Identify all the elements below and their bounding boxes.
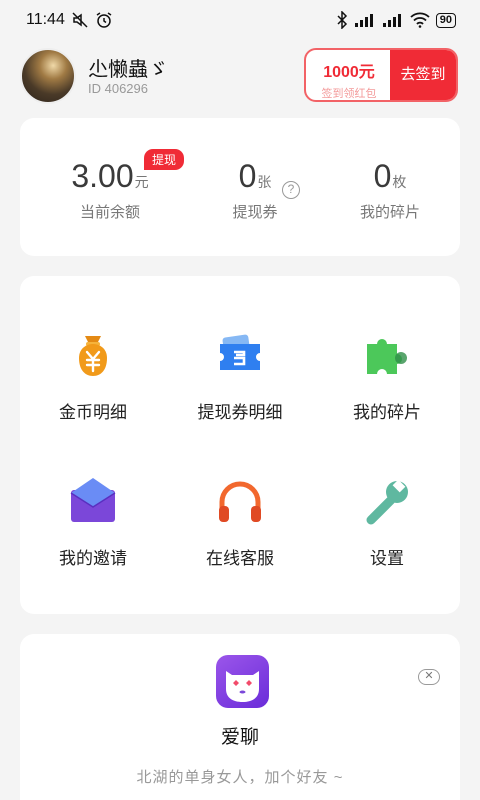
menu-card: 金币明细 提现券明细 我的碎片 我的邀请 在线客服 设置: [20, 276, 460, 614]
status-time: 11:44: [26, 11, 65, 28]
mute-icon: [72, 12, 88, 28]
ad-card[interactable]: ✕ 爱聊 北湖的单身女人，加个好友 ~: [20, 634, 460, 800]
status-bar: 11:44 90: [0, 0, 480, 40]
menu-item-my-fragments[interactable]: 我的碎片: [314, 330, 460, 423]
voucher-unit: 张: [257, 174, 272, 190]
voucher-label: 提现券: [232, 204, 278, 221]
voucher-value: 0: [238, 158, 257, 194]
menu-label-coin-detail: 金币明细: [59, 403, 127, 422]
withdraw-badge[interactable]: 提现: [144, 149, 185, 170]
checkin-amount: 1000元: [323, 64, 375, 81]
wifi-icon: [410, 12, 430, 28]
headphones-icon: [214, 476, 266, 528]
menu-item-coin-detail[interactable]: 金币明细: [20, 330, 166, 423]
menu-label-voucher-detail: 提现券明细: [197, 403, 283, 422]
battery-indicator: 90: [435, 12, 456, 28]
close-icon[interactable]: ✕: [418, 669, 440, 685]
menu-item-voucher-detail[interactable]: 提现券明细: [167, 330, 313, 423]
puzzle-icon: [361, 330, 413, 382]
menu-item-my-invites[interactable]: 我的邀请: [20, 476, 166, 569]
fragment-stat[interactable]: 0 枚 我的碎片: [330, 158, 450, 222]
money-bag-icon: [67, 330, 119, 382]
fragment-label: 我的碎片: [359, 204, 420, 221]
signal-icon: [354, 14, 373, 27]
balance-label: 当前余额: [79, 204, 140, 221]
checkin-banner[interactable]: 1000元 签到领红包 去签到: [304, 48, 458, 102]
avatar[interactable]: [20, 48, 76, 104]
menu-item-customer-service[interactable]: 在线客服: [167, 476, 313, 569]
fragment-value: 0: [373, 158, 392, 194]
help-icon[interactable]: ?: [282, 181, 300, 199]
envelope-icon: [67, 476, 119, 528]
menu-label-customer-service: 在线客服: [206, 549, 274, 568]
app-logo-icon[interactable]: [216, 655, 269, 708]
stats-card: 3.00 元 当前余额 提现 0 张 提现券 ? 0 枚 我的碎片: [20, 118, 460, 256]
menu-label-settings: 设置: [370, 549, 404, 568]
ad-app-name: 爱聊: [220, 727, 259, 748]
ad-description: 北湖的单身女人，加个好友 ~: [136, 769, 344, 786]
wrench-icon: [361, 476, 413, 528]
balance-value: 3.00: [71, 158, 134, 194]
checkin-reward: 1000元 签到领红包: [306, 50, 392, 100]
bluetooth-icon: [337, 11, 347, 29]
signal-icon-2: [382, 14, 401, 27]
profile-header: 尐懒蟲ゞ ID 406296 1000元 签到领红包 去签到: [20, 48, 460, 104]
ticket-icon: [214, 330, 266, 382]
user-id: ID 406296: [88, 81, 148, 96]
menu-item-settings[interactable]: 设置: [314, 476, 460, 569]
user-nickname: 尐懒蟲ゞ: [88, 59, 168, 81]
fragment-unit: 枚: [392, 174, 407, 190]
checkin-button[interactable]: 去签到: [390, 50, 456, 100]
menu-label-my-fragments: 我的碎片: [353, 403, 421, 422]
alarm-icon: [96, 12, 112, 28]
menu-label-my-invites: 我的邀请: [59, 549, 127, 568]
balance-unit: 元: [134, 174, 149, 190]
checkin-subtitle: 签到领红包: [321, 88, 377, 100]
